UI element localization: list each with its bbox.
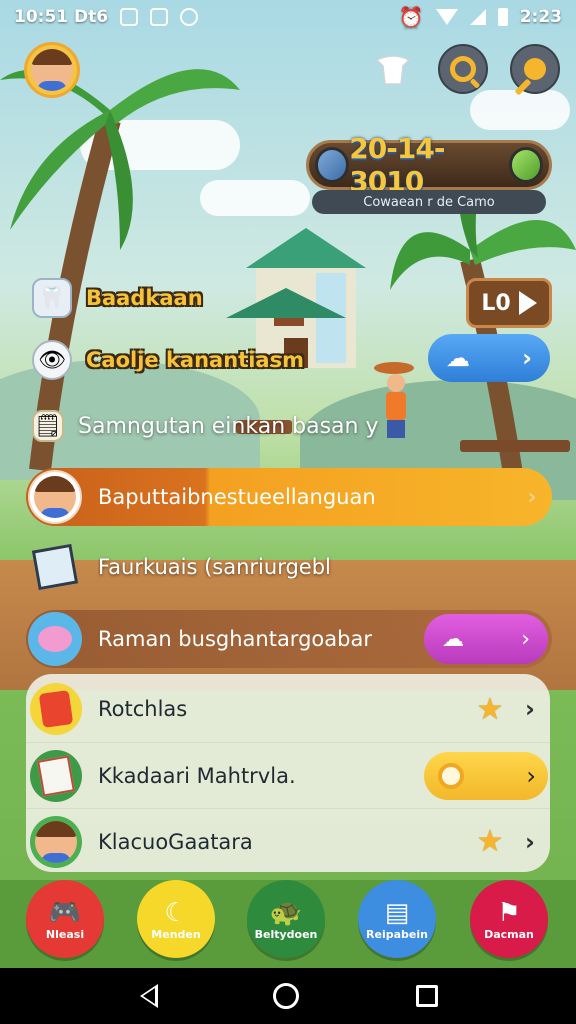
- avatar: [28, 540, 82, 594]
- card-icon: ▤: [384, 897, 410, 928]
- floating-item-2[interactable]: 👁 Caolje kanantiasm: [32, 340, 304, 380]
- chevron-right-icon: ›: [522, 344, 532, 372]
- nav-label: Dacman: [484, 927, 534, 941]
- list-item[interactable]: KlacuoGaatara ★ ›: [26, 808, 550, 874]
- sign-icon: [31, 543, 79, 591]
- nav-button-5[interactable]: ⚑ Dacman: [470, 880, 548, 958]
- list-item[interactable]: Rotchlas ★ ›: [26, 676, 550, 742]
- eye-icon: 👁: [32, 340, 72, 380]
- book-icon: [38, 690, 74, 728]
- tooth-icon: 🦷: [32, 278, 72, 318]
- avatar: [28, 612, 82, 666]
- android-navigation-bar: [0, 968, 576, 1024]
- hat-icon[interactable]: [368, 44, 418, 94]
- list-item-title: Kkadaari Mahtrvla.: [98, 763, 296, 788]
- status-bar: 10:51 Dt6 ⏰ 2:23: [0, 0, 576, 34]
- list-item-title: KlacuoGaatara: [98, 829, 253, 854]
- newspaper-icon: [37, 754, 75, 797]
- moon-icon: ☾: [164, 897, 188, 928]
- battery-icon: [497, 8, 508, 26]
- card-title: Faurkuais (sanriurgebl: [98, 555, 331, 579]
- signal-icon: [469, 9, 486, 25]
- toggle-button[interactable]: ›: [424, 751, 548, 800]
- score-subtitle: Cowaean r de Camo: [312, 190, 546, 214]
- search-button[interactable]: [438, 44, 488, 94]
- card-brown[interactable]: Raman busghantargoabar ☁ ›: [26, 610, 552, 668]
- star-icon[interactable]: ★: [470, 692, 510, 727]
- key-button[interactable]: [510, 44, 560, 94]
- nav-button-3[interactable]: 🐢 Beltydoen: [247, 880, 325, 958]
- toggle-dot-icon: [438, 762, 464, 789]
- character-figure: [374, 362, 414, 442]
- avatar: [30, 749, 82, 802]
- status-time-left: 10:51 Dt6: [14, 7, 109, 27]
- blue-gem-icon: [315, 147, 350, 183]
- floating-item-3[interactable]: 🗒 Samngutan einkan basan y: [32, 410, 378, 442]
- avatar-face-icon: [35, 820, 77, 863]
- notification-icon: [120, 8, 139, 26]
- list-item-title: Rotchlas: [98, 697, 188, 721]
- key-icon: [524, 58, 546, 80]
- piggy-icon: [38, 626, 72, 652]
- nav-button-4[interactable]: ▤ Reipabein: [358, 880, 436, 958]
- nav-label: Menden: [151, 927, 201, 941]
- note-icon: 🗒: [32, 410, 64, 442]
- floating-item-label: Samngutan einkan basan y: [78, 413, 379, 439]
- avatar: [28, 470, 82, 524]
- nav-label: Reipabein: [366, 927, 428, 941]
- profile-avatar-button[interactable]: [24, 42, 80, 98]
- list-item[interactable]: Kkadaari Mahtrvla. ›: [26, 742, 550, 808]
- search-icon: [450, 56, 476, 82]
- chevron-right-icon: ›: [525, 695, 535, 723]
- pink-action-button[interactable]: ☁ ›: [424, 614, 548, 664]
- floating-item-label: Baadkaan: [86, 286, 203, 310]
- green-gem-icon: [508, 147, 543, 183]
- card-title: Raman busghantargoabar: [98, 627, 372, 651]
- nav-button-2[interactable]: ☾ Menden: [137, 880, 215, 958]
- nav-label: Beltydoen: [254, 927, 318, 941]
- score-panel: 20-14-3010: [306, 132, 552, 198]
- floating-item-1[interactable]: 🦷 Baadkaan: [32, 278, 203, 318]
- bookmark-icon: ⚑: [497, 897, 521, 928]
- alarm-icon: ⏰: [398, 5, 424, 29]
- card-title: Baputtaibnestueellanguan: [98, 485, 376, 509]
- square-icon: [150, 8, 169, 26]
- list-panel: Rotchlas ★ › Kkadaari Mahtrvla. › Klacuo…: [26, 674, 550, 872]
- level-label: L0: [481, 290, 511, 316]
- nav-button-1[interactable]: 🎮 Nleasi: [26, 880, 104, 958]
- cloud-icon: ☁: [446, 344, 470, 372]
- turtle-icon: 🐢: [269, 897, 303, 928]
- cloud-icon: ☁: [442, 626, 464, 652]
- chevron-right-icon: ›: [526, 761, 536, 790]
- play-icon: [518, 291, 537, 315]
- wifi-icon: [435, 9, 458, 25]
- home-icon[interactable]: [272, 983, 299, 1009]
- status-time-right: 2:23: [519, 7, 562, 27]
- app-icon: [180, 8, 199, 26]
- controller-icon: 🎮: [48, 897, 82, 928]
- level-play-button[interactable]: L0: [466, 278, 552, 328]
- score-value: 20-14-3010: [349, 132, 445, 198]
- blue-action-button[interactable]: ☁ ›: [428, 334, 550, 382]
- star-icon[interactable]: ★: [470, 824, 510, 859]
- fence: [460, 440, 570, 452]
- hat-shape: [375, 55, 411, 85]
- back-icon[interactable]: [138, 984, 159, 1008]
- recent-apps-icon[interactable]: [415, 985, 438, 1007]
- chevron-right-icon: ›: [525, 827, 535, 856]
- avatar-face-icon: [31, 49, 73, 91]
- floating-item-label: Caolje kanantiasm: [86, 348, 304, 372]
- avatar-face-icon: [34, 476, 76, 518]
- chevron-right-icon: ›: [521, 626, 530, 652]
- card-plain[interactable]: Faurkuais (sanriurgebl: [26, 538, 552, 596]
- avatar: [30, 815, 82, 868]
- chevron-right-icon: ›: [527, 484, 537, 510]
- nav-label: Nleasi: [45, 927, 85, 941]
- avatar: [30, 683, 82, 735]
- card-orange[interactable]: Baputtaibnestueellanguan ›: [26, 468, 552, 526]
